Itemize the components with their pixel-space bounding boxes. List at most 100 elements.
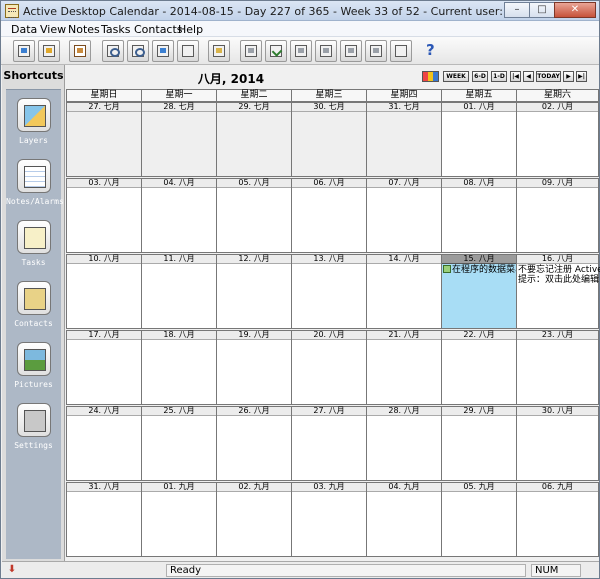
day-label: 30. 八月 [517,407,598,416]
task-button[interactable] [208,40,230,62]
day-cell[interactable]: 06. 九月 [516,482,599,557]
day-cell[interactable]: 30. 七月 [291,102,367,177]
day-note[interactable]: 提示：双击此处编辑 [518,275,599,285]
week-view-button[interactable]: WEEK [443,71,469,82]
day-cell[interactable]: 29. 七月 [216,102,292,177]
minimize-button[interactable]: – [504,2,530,18]
one-day-view-button[interactable]: 1-D [491,71,507,82]
day-cell[interactable]: 05. 八月 [216,178,292,253]
shortcut-settings[interactable]: Settings [6,399,61,459]
move-up-button[interactable] [290,40,312,62]
print-button[interactable] [69,40,91,62]
clipboard-button[interactable] [365,40,387,62]
day-label: 03. 九月 [292,483,366,492]
six-day-view-button[interactable]: 6-D [472,71,488,82]
day-cell[interactable]: 08. 八月 [441,178,517,253]
day-cell[interactable]: 28. 七月 [141,102,217,177]
day-cell[interactable]: 25. 八月 [141,406,217,481]
day-cell[interactable]: 24. 八月 [66,406,142,481]
day-cell[interactable]: 04. 九月 [366,482,442,557]
check-button[interactable] [265,40,287,62]
day-cell[interactable]: 13. 八月 [291,254,367,329]
shortcut-pictures[interactable]: Pictures [6,338,61,398]
day-cell[interactable]: 05. 九月 [441,482,517,557]
delete-button[interactable] [177,40,199,62]
move-down-button[interactable] [315,40,337,62]
day-cell[interactable]: 28. 八月 [366,406,442,481]
day-cell[interactable]: 03. 九月 [291,482,367,557]
day-label: 29. 八月 [442,407,516,416]
layer-color-button[interactable] [422,71,439,82]
day-cell[interactable]: 11. 八月 [141,254,217,329]
edit-button[interactable] [240,40,262,62]
next-button[interactable]: ▶ [563,71,574,82]
first-page-button[interactable]: |◀ [510,71,521,82]
help-button[interactable]: ? [422,40,444,62]
day-cell[interactable]: 27. 八月 [291,406,367,481]
help-icon: ? [426,41,435,59]
alarm-button[interactable] [38,40,60,62]
menu-help[interactable]: Help [178,23,203,36]
shortcut-layers[interactable]: Layers [6,94,61,154]
close-button[interactable]: ✕ [554,2,596,18]
menu-data[interactable]: Data [11,23,37,36]
day-label: 18. 八月 [142,331,216,340]
month-title: 八月, 2014 [197,72,265,86]
day-cell[interactable]: 07. 八月 [366,178,442,253]
week-row: 17. 八月 18. 八月 19. 八月 20. 八月 21. 八月 22. 八月 23. … [66,330,599,405]
last-page-button[interactable]: ▶| [576,71,587,82]
status-bar: ⬇ Ready NUM [2,561,599,578]
day-cell[interactable]: 12. 八月 [216,254,292,329]
day-cell-selected[interactable]: 15. 八月 在程序的数据菜单 [441,254,524,329]
day-cell[interactable]: 04. 八月 [141,178,217,253]
weekday-header: 星期三 [291,89,367,102]
find-next-button[interactable] [127,40,149,62]
day-label: 02. 九月 [217,483,291,492]
calendar-event[interactable]: 在程序的数据菜单 [443,265,524,275]
day-cell[interactable]: 21. 八月 [366,330,442,405]
day-cell[interactable]: 03. 八月 [66,178,142,253]
title-bar[interactable]: Active Desktop Calendar - 2014-08-15 - D… [1,1,599,21]
menu-tasks[interactable]: Tasks [101,23,130,36]
day-cell[interactable]: 31. 七月 [366,102,442,177]
menu-contacts[interactable]: Contacts [134,23,183,36]
day-cell[interactable]: 09. 八月 [516,178,599,253]
day-cell[interactable]: 19. 八月 [216,330,292,405]
day-cell[interactable]: 29. 八月 [441,406,517,481]
day-cell[interactable]: 06. 八月 [291,178,367,253]
day-cell[interactable]: 30. 八月 [516,406,599,481]
day-cell[interactable]: 01. 八月 [441,102,517,177]
maximize-button[interactable]: □ [529,2,555,18]
day-cell[interactable]: 23. 八月 [516,330,599,405]
day-label: 13. 八月 [292,255,366,264]
day-cell[interactable]: 16. 八月不要忘记注册 Active D提示：双击此处编辑 [516,254,600,329]
menu-notes[interactable]: Notes [68,23,100,36]
search-button[interactable] [102,40,124,62]
day-cell[interactable]: 18. 八月 [141,330,217,405]
day-cell[interactable]: 31. 八月 [66,482,142,557]
menu-view[interactable]: View [40,23,66,36]
day-cell[interactable]: 20. 八月 [291,330,367,405]
shortcut-contacts[interactable]: Contacts [6,277,61,337]
day-cell[interactable]: 02. 八月 [516,102,599,177]
shortcut-notes-alarms[interactable]: Notes/Alarms [6,155,64,215]
remove-button[interactable] [390,40,412,62]
day-cell[interactable]: 22. 八月 [441,330,517,405]
day-cell[interactable]: 17. 八月 [66,330,142,405]
record-icon[interactable]: ⬇ [6,564,18,576]
layer-button[interactable] [152,40,174,62]
calendar-button[interactable] [13,40,35,62]
shortcut-tasks[interactable]: Tasks [6,216,61,276]
day-cell[interactable]: 27. 七月 [66,102,142,177]
window-title: Active Desktop Calendar - 2014-08-15 - D… [23,5,582,18]
weekday-header: 星期二 [216,89,292,102]
day-cell[interactable]: 02. 九月 [216,482,292,557]
day-cell[interactable]: 14. 八月 [366,254,442,329]
day-cell[interactable]: 10. 八月 [66,254,142,329]
day-note[interactable]: 不要忘记注册 Active D [518,265,600,275]
filter-button[interactable] [340,40,362,62]
previous-button[interactable]: ◀ [523,71,534,82]
day-cell[interactable]: 26. 八月 [216,406,292,481]
today-button[interactable]: TODAY [536,71,561,82]
day-cell[interactable]: 01. 九月 [141,482,217,557]
